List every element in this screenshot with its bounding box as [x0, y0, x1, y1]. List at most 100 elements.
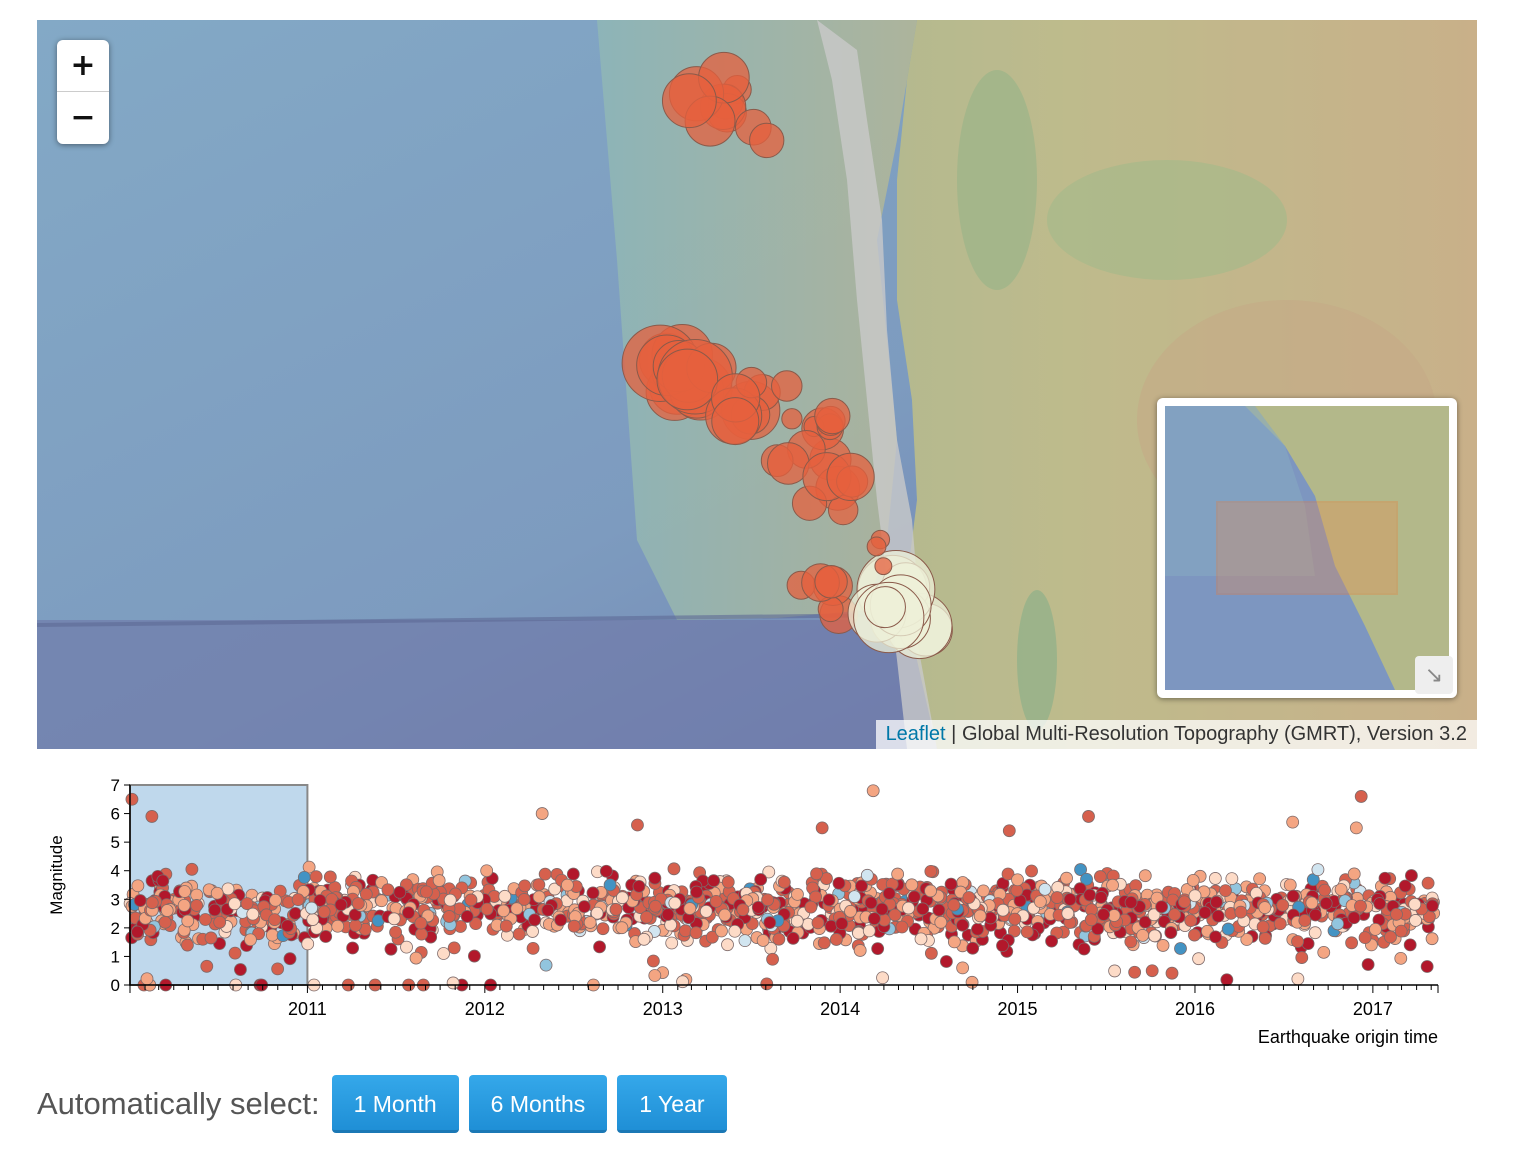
magnitude-point [181, 938, 194, 952]
earthquake-marker[interactable] [814, 565, 848, 599]
magnitude-point [718, 908, 732, 922]
magnitude-point [351, 897, 365, 910]
magnitude-point [1361, 958, 1375, 971]
magnitude-point [1155, 900, 1169, 914]
magnitude-point [756, 934, 770, 947]
magnitude-point [271, 962, 285, 976]
magnitude-point [668, 896, 682, 910]
earthquake-marker[interactable] [863, 586, 906, 629]
magnitude-point [914, 932, 928, 946]
magnitude-point [891, 867, 905, 881]
minimap-viewport-box[interactable] [1216, 501, 1398, 595]
collapse-arrow-icon[interactable]: ↘ [1415, 656, 1453, 694]
magnitude-point [1425, 899, 1439, 913]
magnitude-point [415, 927, 428, 941]
magnitude-point-highlight [866, 784, 880, 798]
magnitude-point [199, 913, 212, 926]
magnitude-point [532, 878, 546, 892]
magnitude-point [715, 924, 728, 938]
select-1-year-button[interactable]: 1 Year [617, 1075, 727, 1133]
magnitude-point [882, 887, 896, 900]
map-attribution: Leaflet | Global Multi-Resolution Topogr… [875, 720, 1477, 749]
magnitude-point [947, 935, 961, 949]
magnitude-point [1097, 908, 1111, 921]
magnitude-point [1209, 930, 1222, 944]
magnitude-point [541, 903, 555, 917]
x-tick-label: 2011 [288, 999, 327, 1019]
earthquake-marker[interactable] [826, 452, 875, 501]
magnitude-point [996, 903, 1010, 917]
minimap[interactable]: ↘ [1157, 398, 1457, 698]
zoom-out-button[interactable]: − [57, 91, 109, 143]
magnitude-point [178, 885, 192, 898]
magnitude-point [334, 898, 348, 912]
magnitude-point [615, 891, 629, 905]
magnitude-point [464, 893, 478, 907]
magnitude-point [876, 971, 889, 985]
magnitude-point [646, 954, 660, 968]
select-6-months-button[interactable]: 6 Months [468, 1075, 608, 1133]
earthquake-marker[interactable] [711, 397, 760, 446]
magnitude-point [526, 941, 540, 955]
magnitude-timeline-chart[interactable]: 0 1 2 3 4 5 6 7 2011 2012 2013 2014 2015 2016 2017 Eart… [40, 770, 1480, 1060]
magnitude-point [1210, 895, 1223, 909]
magnitude-point [283, 952, 297, 966]
magnitude-point [648, 969, 662, 982]
select-1-month-button[interactable]: 1 Month [331, 1075, 459, 1133]
magnitude-point [442, 910, 456, 923]
magnitude-point-highlight [815, 821, 829, 835]
magnitude-point [736, 903, 750, 917]
magnitude-point [510, 902, 524, 916]
magnitude-point-highlight [145, 810, 159, 823]
magnitude-point [1106, 878, 1119, 892]
magnitude-point [888, 908, 902, 922]
magnitude-point [1010, 884, 1024, 897]
magnitude-point [402, 906, 415, 920]
earthquake-marker[interactable] [874, 557, 893, 576]
magnitude-point [566, 867, 580, 881]
magnitude-point-highlight [1286, 815, 1300, 829]
magnitude-point [603, 878, 617, 892]
earthquake-marker[interactable] [661, 73, 717, 129]
x-tick-label: 2017 [1353, 999, 1393, 1019]
minimap-view[interactable] [1165, 406, 1449, 690]
magnitude-point [181, 914, 195, 928]
earthquake-marker[interactable] [781, 408, 803, 430]
magnitude-point [1219, 884, 1232, 898]
earthquake-marker[interactable] [866, 536, 887, 557]
magnitude-point [902, 901, 915, 915]
magnitude-point [848, 890, 861, 904]
earthquake-marker[interactable] [749, 122, 785, 159]
zoom-in-button[interactable]: + [57, 40, 109, 91]
magnitude-point [297, 870, 311, 884]
magnitude-point [1008, 912, 1022, 926]
leaflet-link[interactable]: Leaflet [886, 723, 946, 745]
magnitude-point [1409, 914, 1422, 927]
magnitude-point [160, 904, 174, 917]
earthquake-marker[interactable] [656, 348, 719, 411]
magnitude-point [1394, 924, 1408, 938]
magnitude-point [829, 933, 843, 946]
magnitude-point [683, 902, 697, 915]
magnitude-point [1083, 888, 1097, 902]
magnitude-point [824, 919, 838, 933]
earthquake-marker[interactable] [814, 397, 851, 435]
earthquake-marker[interactable] [771, 370, 803, 402]
magnitude-point [200, 959, 214, 973]
magnitude-point [567, 919, 581, 933]
magnitude-point [1369, 923, 1382, 936]
magnitude-point [1308, 926, 1322, 940]
magnitude-point [791, 887, 804, 901]
magnitude-point [1020, 925, 1034, 939]
magnitude-point [1164, 926, 1178, 939]
magnitude-point [393, 885, 407, 899]
magnitude-point [498, 889, 512, 903]
magnitude-point [976, 884, 990, 898]
magnitude-point [832, 876, 846, 890]
magnitude-point [1124, 935, 1138, 949]
magnitude-point [1198, 906, 1212, 919]
x-tick-label: 2014 [820, 999, 860, 1019]
y-tick-label: 4 [111, 862, 120, 881]
magnitude-point [664, 918, 678, 932]
magnitude-point [1276, 898, 1290, 912]
